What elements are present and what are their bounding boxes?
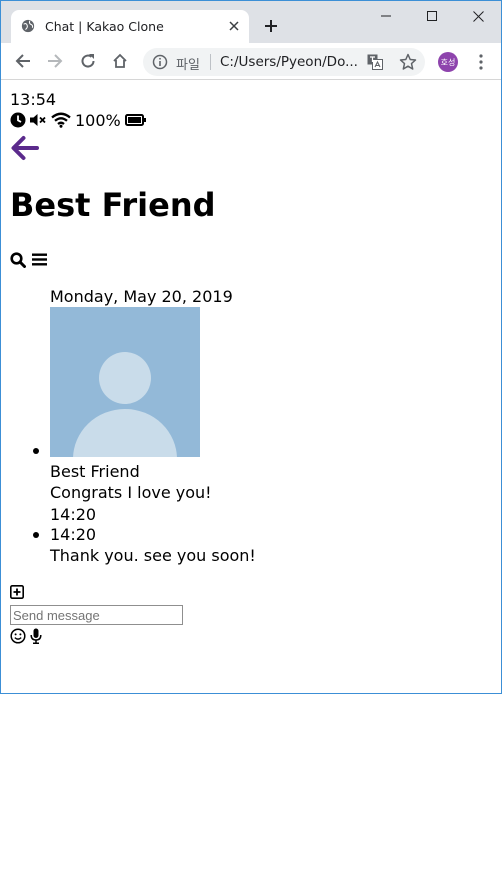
- more-vert-icon[interactable]: [471, 52, 491, 72]
- tab-title: Chat | Kakao Clone: [45, 19, 164, 34]
- maximize-icon[interactable]: [409, 1, 455, 31]
- wifi-icon: [51, 112, 71, 128]
- message-input[interactable]: [10, 605, 183, 625]
- plus-square-icon[interactable]: [10, 585, 24, 599]
- clock-icon: [10, 112, 26, 128]
- address-bar[interactable]: 파일 C:/Users/Pyeon/Do...: [143, 48, 425, 76]
- info-icon[interactable]: [152, 54, 168, 70]
- chat-date-divider: Monday, May 20, 2019: [50, 287, 233, 306]
- message-time: 14:20: [50, 525, 97, 544]
- list-bullet: [33, 448, 39, 454]
- minimize-icon[interactable]: [363, 1, 409, 31]
- reload-icon[interactable]: [78, 51, 98, 71]
- translate-icon[interactable]: [367, 54, 383, 70]
- url-text[interactable]: C:/Users/Pyeon/Do...: [220, 54, 358, 70]
- message-sender: Best Friend: [50, 462, 140, 481]
- friend-avatar[interactable]: [50, 307, 200, 457]
- bookmark-star-icon[interactable]: [399, 53, 417, 71]
- browser-window: Chat | Kakao Clone 파일 C:/Users/Pyeon/Do.…: [0, 0, 502, 694]
- globe-icon: [21, 19, 35, 33]
- user-silhouette-icon: [73, 352, 177, 457]
- message-time: 14:20: [50, 505, 97, 524]
- tab-close-icon[interactable]: [225, 17, 243, 35]
- status-time: 13:54: [10, 90, 57, 109]
- volume-mute-icon: [30, 114, 46, 126]
- arrow-left-icon[interactable]: [10, 135, 40, 161]
- chat-title: Best Friend: [10, 186, 216, 224]
- header-actions: [10, 252, 47, 268]
- page-content: 13:54 100% Best Friend Monday, May 20, 2…: [1, 80, 501, 693]
- message-text: Congrats I love you!: [50, 483, 212, 502]
- close-window-icon[interactable]: [455, 1, 501, 31]
- microphone-icon[interactable]: [30, 628, 42, 644]
- title-bar: Chat | Kakao Clone: [1, 1, 501, 43]
- back-nav-icon[interactable]: [13, 51, 33, 71]
- browser-tab[interactable]: Chat | Kakao Clone: [11, 10, 249, 43]
- battery-percent: 100%: [75, 110, 121, 130]
- list-bullet: [33, 532, 39, 538]
- url-separator: [210, 54, 211, 70]
- new-tab-icon[interactable]: [261, 16, 281, 36]
- search-icon[interactable]: [10, 252, 26, 268]
- url-scheme-label: 파일: [176, 58, 200, 73]
- message-text: Thank you. see you soon!: [50, 546, 256, 565]
- home-icon[interactable]: [110, 51, 130, 71]
- browser-toolbar: 파일 C:/Users/Pyeon/Do... 호성: [1, 43, 501, 80]
- forward-nav-icon[interactable]: [45, 51, 65, 71]
- battery-full-icon: [124, 114, 146, 126]
- profile-avatar[interactable]: 호성: [438, 52, 458, 72]
- composer-actions: [10, 628, 42, 644]
- bars-icon[interactable]: [32, 252, 47, 267]
- smile-icon[interactable]: [10, 628, 26, 644]
- status-bar: 100%: [10, 110, 146, 130]
